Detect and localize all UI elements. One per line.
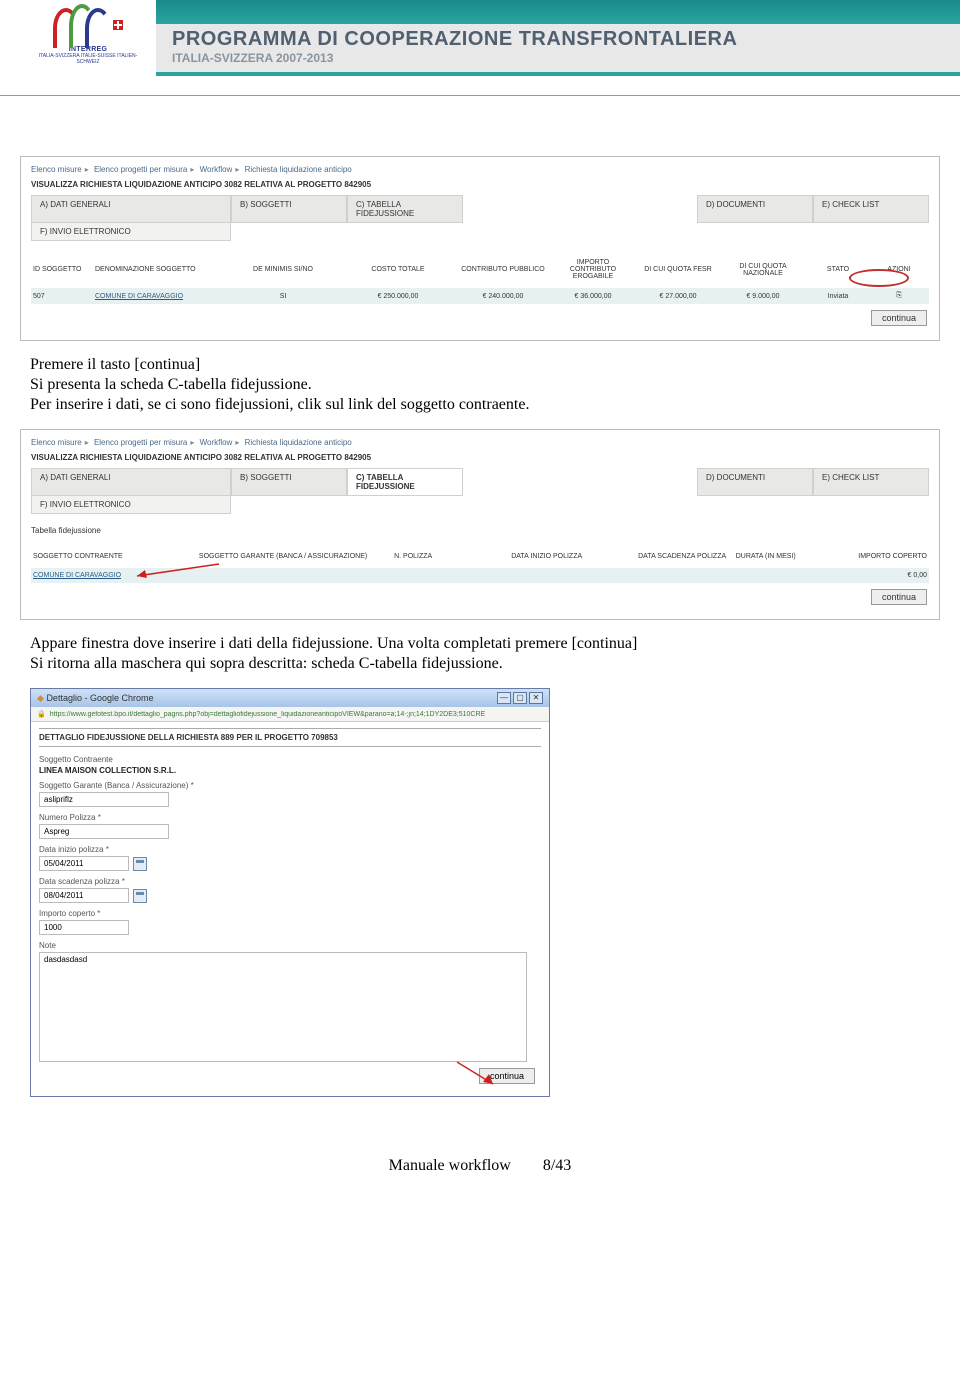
tab-row: A) DATI GENERALI B) SOGGETTI C) TABELLA …	[31, 468, 929, 496]
banner-subtitle: ITALIA-SVIZZERA 2007-2013	[172, 51, 944, 65]
instruction-text: Premere il tasto [continua] Si presenta …	[30, 355, 930, 415]
tab-fidejussione[interactable]: C) TABELLA FIDEJUSSIONE	[347, 468, 463, 496]
calendar-icon[interactable]	[133, 889, 147, 903]
label-data-scadenza: Data scadenza polizza *	[39, 877, 541, 886]
interreg-sublabel: ITALIA-SVIZZERA ITALIE-SUISSE ITALIEN-SC…	[28, 53, 148, 65]
input-importo[interactable]: 1000	[39, 920, 129, 935]
input-data-inizio[interactable]: 05/04/2011	[39, 856, 129, 871]
table-caption: Tabella fidejussione	[31, 526, 929, 535]
value-contraente: LINEA MAISON COLLECTION S.R.L.	[39, 766, 541, 775]
action-icon[interactable]: ⎘	[873, 288, 925, 304]
document-header: INTERREG ITALIA-SVIZZERA ITALIE-SUISSE I…	[0, 0, 960, 96]
label-data-inizio: Data inizio polizza *	[39, 845, 541, 854]
breadcrumb: Elenco misure▸ Elenco progetti per misur…	[31, 438, 929, 447]
continua-button[interactable]: continua	[871, 589, 927, 605]
banner-title: PROGRAMMA DI COOPERAZIONE TRANSFRONTALIE…	[172, 28, 944, 51]
tab-documenti[interactable]: D) DOCUMENTI	[697, 468, 813, 496]
label-numero-polizza: Numero Polizza *	[39, 813, 541, 822]
label-contraente: Soggetto Contraente	[39, 755, 541, 764]
continua-button[interactable]: continua	[871, 310, 927, 326]
tab-invio-elettronico[interactable]: F) INVIO ELETTRONICO	[31, 496, 231, 514]
section-title: VISUALIZZA RICHIESTA LIQUIDAZIONE ANTICI…	[31, 180, 929, 189]
annotation-ellipse	[849, 269, 909, 287]
popup-title: DETTAGLIO FIDEJUSSIONE DELLA RICHIESTA 8…	[39, 728, 541, 747]
tab-soggetti[interactable]: B) SOGGETTI	[231, 195, 347, 223]
tab-checklist[interactable]: E) CHECK LIST	[813, 195, 929, 223]
annotation-arrow	[453, 1060, 503, 1090]
tab-checklist[interactable]: E) CHECK LIST	[813, 468, 929, 496]
tab-soggetti[interactable]: B) SOGGETTI	[231, 468, 347, 496]
soggetto-link[interactable]: COMUNE DI CARAVAGGIO	[93, 289, 223, 304]
lock-icon: 🔒	[37, 710, 46, 718]
window-titlebar: ◆ Dettaglio - Google Chrome — ▢ ✕	[31, 689, 549, 707]
breadcrumb: Elenco misure▸ Elenco progetti per misur…	[31, 165, 929, 174]
interreg-logo: INTERREG ITALIA-SVIZZERA ITALIE-SUISSE I…	[28, 2, 148, 65]
input-numero-polizza[interactable]: Aspreg	[39, 824, 169, 839]
label-importo: Importo coperto *	[39, 909, 541, 918]
screenshot-1: Elenco misure▸ Elenco progetti per misur…	[20, 156, 940, 341]
tab-dati-generali[interactable]: A) DATI GENERALI	[31, 195, 231, 223]
screenshot-2: Elenco misure▸ Elenco progetti per misur…	[20, 429, 940, 620]
screenshot-3-popup: ◆ Dettaglio - Google Chrome — ▢ ✕ 🔒 http…	[30, 688, 550, 1097]
minimize-button[interactable]: —	[497, 692, 511, 704]
maximize-button[interactable]: ▢	[513, 692, 527, 704]
label-garante: Soggetto Garante (Banca / Assicurazione)…	[39, 781, 541, 790]
input-data-scadenza[interactable]: 08/04/2011	[39, 888, 129, 903]
calendar-icon[interactable]	[133, 857, 147, 871]
section-title: VISUALIZZA RICHIESTA LIQUIDAZIONE ANTICI…	[31, 453, 929, 462]
tab-dati-generali[interactable]: A) DATI GENERALI	[31, 468, 231, 496]
textarea-note[interactable]: dasdasdasd	[39, 952, 527, 1062]
tab-fidejussione[interactable]: C) TABELLA FIDEJUSSIONE	[347, 195, 463, 223]
page-footer: Manuale workflow 8/43	[0, 1157, 960, 1195]
input-garante[interactable]: aslipriflz	[39, 792, 169, 807]
label-note: Note	[39, 941, 541, 950]
header-banner: PROGRAMMA DI COOPERAZIONE TRANSFRONTALIE…	[156, 0, 960, 96]
instruction-text: Appare finestra dove inserire i dati del…	[30, 634, 930, 674]
close-button[interactable]: ✕	[529, 692, 543, 704]
tab-row: A) DATI GENERALI B) SOGGETTI C) TABELLA …	[31, 195, 929, 223]
tab-invio-elettronico[interactable]: F) INVIO ELETTRONICO	[31, 223, 231, 241]
tab-documenti[interactable]: D) DOCUMENTI	[697, 195, 813, 223]
table-row: 507COMUNE DI CARAVAGGIO SI€ 250.000,00 €…	[31, 288, 929, 304]
annotation-arrow	[131, 562, 221, 582]
address-bar: 🔒 https://www.gefotest.bpo.it/dettaglio_…	[31, 707, 549, 722]
table-header: ID SOGGETTODENOMINAZIONE SOGGETTO DE MIN…	[31, 255, 929, 284]
